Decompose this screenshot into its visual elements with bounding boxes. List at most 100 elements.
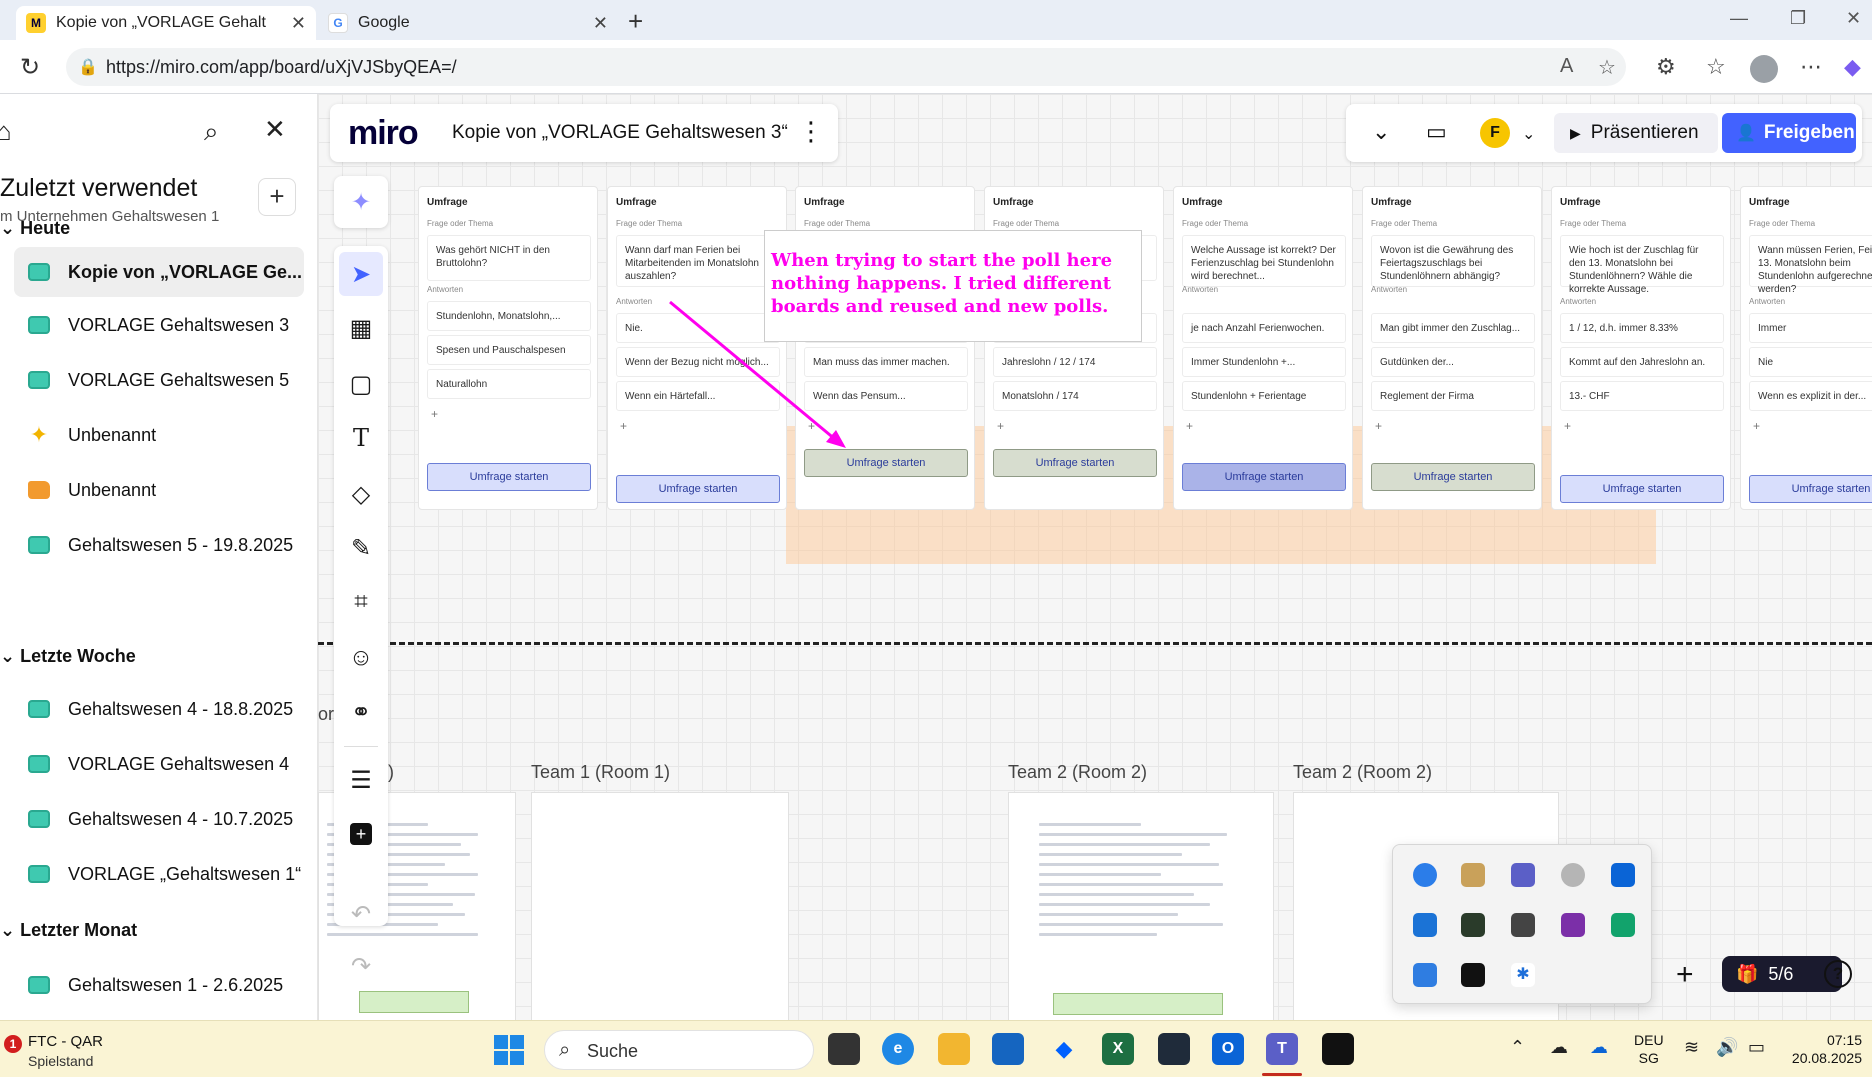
text-icon[interactable]: T xyxy=(339,416,383,460)
sidebar-item-board[interactable]: Gehaltswesen 4 - 10.7.2025 xyxy=(14,794,304,844)
close-tab-icon[interactable]: ✕ xyxy=(291,13,306,34)
wifi-icon[interactable]: ≋ xyxy=(1684,1037,1699,1058)
team-frame-doc[interactable] xyxy=(1008,792,1274,1022)
poll-question-field[interactable]: Wie hoch ist der Zuschlag für den 13. Mo… xyxy=(1560,235,1724,295)
app-tray-icon[interactable] xyxy=(1511,913,1535,937)
restore-icon[interactable]: ❐ xyxy=(1790,8,1806,29)
poll-answer-option[interactable]: Jahreslohn / 12 / 174 xyxy=(993,347,1157,377)
sidebar-item-board[interactable]: VORLAGE Gehaltswesen 5 xyxy=(14,355,304,405)
nvidia-tray-icon[interactable] xyxy=(1461,963,1485,987)
poll-card[interactable]: Umfrage Frage oder Thema Wie hoch ist der … xyxy=(1551,186,1731,510)
group-today[interactable]: ⌄ Heute xyxy=(0,218,70,239)
board-menu-icon[interactable]: ⋮ xyxy=(798,116,824,147)
add-answer-icon[interactable]: + xyxy=(1753,419,1760,433)
redo-icon[interactable]: ↷ xyxy=(339,944,383,988)
sidebar-item-board[interactable]: Kopie von „VORLAGE Ge... xyxy=(14,247,304,297)
read-aloud-icon[interactable]: A xyxy=(1560,55,1573,78)
miro-logo[interactable]: miro xyxy=(348,114,419,153)
add-answer-icon[interactable]: + xyxy=(431,407,438,421)
app-tray-icon[interactable] xyxy=(1461,863,1485,887)
sticky-note-icon[interactable]: ▢ xyxy=(339,362,383,406)
help-icon[interactable]: ? xyxy=(1824,960,1852,988)
start-poll-button[interactable]: Umfrage starten xyxy=(1182,463,1346,491)
poll-question-field[interactable]: Was gehört NICHT in den Bruttolohn? xyxy=(427,235,591,281)
tab-miro[interactable]: M Kopie von „VORLAGE Gehaltswese ✕ xyxy=(16,6,316,40)
copilot-icon[interactable]: ◆ xyxy=(1844,54,1861,80)
app-tray-icon[interactable] xyxy=(1413,913,1437,937)
poll-answer-option[interactable]: Naturallohn xyxy=(427,369,591,399)
battery-icon[interactable]: ▭ xyxy=(1748,1037,1765,1058)
sidebar-item-board[interactable]: VORLAGE „Gehaltswesen 1“ xyxy=(14,849,304,899)
start-poll-button[interactable]: Umfrage starten xyxy=(1371,463,1535,491)
outlook-tray-icon[interactable] xyxy=(1611,863,1635,887)
start-poll-button[interactable]: Umfrage starten xyxy=(993,449,1157,477)
more-menu-icon[interactable]: ⋯ xyxy=(1800,54,1822,80)
tray-overflow-chevron-icon[interactable]: ⌃ xyxy=(1510,1037,1525,1058)
undo-icon[interactable]: ↶ xyxy=(339,892,383,936)
poll-answer-option[interactable]: je nach Anzahl Ferienwochen. xyxy=(1182,313,1346,343)
reload-icon[interactable]: ↻ xyxy=(20,53,40,82)
start-poll-button[interactable]: Umfrage starten xyxy=(616,475,780,503)
diagram-icon[interactable]: ⚭ xyxy=(339,690,383,734)
team-frame-empty[interactable] xyxy=(531,792,789,1022)
poll-question-field[interactable]: Wann müssen Ferien, Feie und 13. Monatsl… xyxy=(1749,235,1872,295)
group-last-week[interactable]: ⌄ Letzte Woche xyxy=(0,646,136,667)
poll-answer-option[interactable]: Immer Stundenlohn +... xyxy=(1182,347,1346,377)
bluetooth-icon[interactable]: ✱ xyxy=(1511,963,1535,987)
add-answer-icon[interactable]: + xyxy=(1564,419,1571,433)
start-poll-button[interactable]: Umfrage starten xyxy=(1749,475,1872,503)
add-answer-icon[interactable]: + xyxy=(1186,419,1193,433)
onedrive-icon[interactable]: ☁ xyxy=(1590,1037,1608,1058)
dropbox-icon[interactable]: ◆ xyxy=(1048,1033,1080,1065)
profile-avatar[interactable] xyxy=(1750,55,1778,83)
url-field[interactable]: 🔒 https://miro.com/app/board/uXjVJSbyQEA… xyxy=(66,48,1626,86)
app-tray-icon[interactable] xyxy=(1561,863,1585,887)
poll-answer-option[interactable]: Wenn es explizit in der... xyxy=(1749,381,1872,411)
poll-answer-option[interactable]: Stundenlohn + Ferientage xyxy=(1182,381,1346,411)
extensions-icon[interactable]: ⚙ xyxy=(1656,54,1676,80)
app-tray-icon[interactable] xyxy=(1461,913,1485,937)
pen-icon[interactable]: ✎ xyxy=(339,526,383,570)
board-title[interactable]: Kopie von „VORLAGE Gehaltswesen 3“ xyxy=(452,122,788,144)
file-explorer-icon[interactable] xyxy=(938,1033,970,1065)
outlook-icon[interactable]: O xyxy=(1212,1033,1244,1065)
store-icon[interactable] xyxy=(992,1033,1024,1065)
teams-icon[interactable]: T xyxy=(1266,1033,1298,1065)
sidebar-item-board[interactable]: Gehaltswesen 5 - 19.8.2025 xyxy=(14,520,304,570)
app-tray-icon[interactable] xyxy=(1413,863,1437,887)
poll-card[interactable]: Umfrage Frage oder Thema Was gehört NICHT … xyxy=(418,186,598,510)
start-poll-button[interactable]: Umfrage starten xyxy=(1560,475,1724,503)
language-indicator[interactable]: DEU SG xyxy=(1634,1031,1664,1067)
more-tools-icon[interactable]: + xyxy=(339,812,383,856)
chevrons-down-icon[interactable]: ⌄ xyxy=(1372,119,1390,145)
favorites-icon[interactable]: ☆ xyxy=(1706,54,1726,80)
app-taskbar-icon[interactable] xyxy=(828,1033,860,1065)
poll-card[interactable]: Umfrage Frage oder Thema Wann müssen Ferie… xyxy=(1740,186,1872,510)
chevron-down-icon[interactable]: ⌄ xyxy=(1522,124,1535,144)
app-taskbar-icon[interactable] xyxy=(1322,1033,1354,1065)
poll-answer-option[interactable]: Monatslohn / 174 xyxy=(993,381,1157,411)
poll-answer-option[interactable]: Spesen und Pauschalspesen xyxy=(427,335,591,365)
sidebar-item-board[interactable]: VORLAGE Gehaltswesen 4 xyxy=(14,739,304,789)
security-tray-icon[interactable] xyxy=(1413,963,1437,987)
windows-start-icon[interactable] xyxy=(494,1035,524,1065)
taskbar-search-box[interactable]: ⌕ Suche xyxy=(544,1030,814,1070)
home-icon[interactable]: ⌂ xyxy=(0,116,12,147)
poll-answer-option[interactable]: 1 / 12, d.h. immer 8.33% xyxy=(1560,313,1724,343)
select-cursor-icon[interactable]: ➤ xyxy=(339,252,383,296)
new-tab-icon[interactable]: + xyxy=(628,6,643,37)
poll-answer-option[interactable]: Man gibt immer den Zuschlag... xyxy=(1371,313,1535,343)
edge-icon[interactable]: e xyxy=(882,1033,914,1065)
sidebar-item-board[interactable]: ✦ Unbenannt xyxy=(14,410,304,460)
search-icon[interactable]: ⌕ xyxy=(204,116,219,148)
close-window-icon[interactable]: ✕ xyxy=(1846,8,1861,29)
templates-icon[interactable]: ▦ xyxy=(339,306,383,350)
lock-icon[interactable]: 🔒 xyxy=(78,57,98,77)
onenote-tray-icon[interactable] xyxy=(1561,913,1585,937)
tab-google[interactable]: G Google ✕ xyxy=(318,6,618,40)
clock[interactable]: 07:15 20.08.2025 xyxy=(1780,1031,1862,1067)
poll-answer-option[interactable]: Kommt auf den Jahreslohn an. xyxy=(1560,347,1724,377)
stickers-icon[interactable]: ☺ xyxy=(339,636,383,680)
favorite-star-icon[interactable]: ☆ xyxy=(1598,55,1616,80)
video-icon[interactable]: ▭ xyxy=(1426,119,1447,145)
